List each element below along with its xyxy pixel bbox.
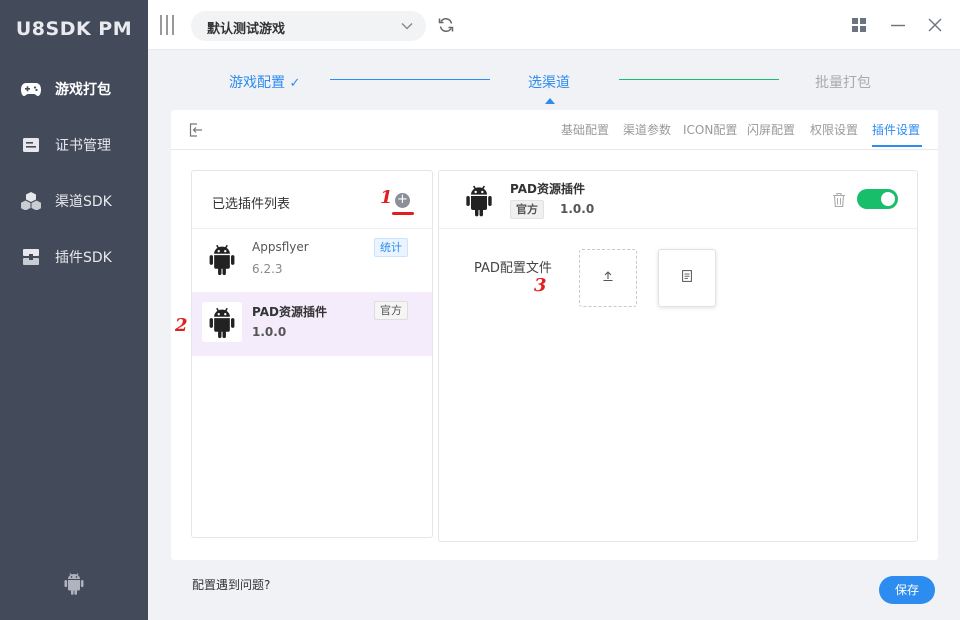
- sidebar-item-certificates[interactable]: 证书管理: [0, 117, 148, 173]
- sidebar-item-game-build[interactable]: 游戏打包: [0, 61, 148, 117]
- sidebar-item-label: 渠道SDK: [55, 194, 112, 210]
- sidebar-item-label: 证书管理: [55, 138, 111, 154]
- plugin-icon: [21, 247, 41, 267]
- plugin-detail-version: 1.0.0: [560, 202, 595, 216]
- minimize-icon[interactable]: [889, 16, 907, 34]
- tab-splash-config[interactable]: 闪屏配置: [747, 121, 795, 138]
- upload-file-button[interactable]: [579, 249, 637, 307]
- certificate-icon: [21, 135, 41, 155]
- android-icon: [202, 239, 242, 279]
- trash-icon[interactable]: [832, 192, 846, 208]
- plugin-detail-name: PAD资源插件: [510, 182, 585, 196]
- close-icon[interactable]: [926, 16, 944, 34]
- file-icon: [682, 270, 692, 286]
- plugin-list-header: 已选插件列表 +: [192, 171, 432, 229]
- app-title: U8SDK PM: [15, 18, 133, 40]
- tab-channel-params[interactable]: 渠道参数: [623, 121, 671, 138]
- annotation-marker-2: 2: [175, 315, 188, 336]
- sidebar-item-label: 游戏打包: [55, 82, 111, 98]
- android-icon: [202, 302, 242, 342]
- step-connector: [330, 79, 490, 80]
- tab-basic-config[interactable]: 基础配置: [561, 121, 609, 138]
- gamepad-icon: [21, 79, 41, 99]
- tab-icon-config[interactable]: ICON配置: [683, 121, 737, 138]
- config-tabs: 基础配置 渠道参数 ICON配置 闪屏配置 权限设置 插件设置: [171, 110, 938, 150]
- annotation-underline: [392, 212, 414, 215]
- add-plugin-button[interactable]: +: [395, 193, 410, 208]
- plugin-name: PAD资源插件: [252, 305, 327, 319]
- step-batch-build[interactable]: 批量打包: [815, 72, 871, 92]
- plugin-detail-panel: PAD资源插件 官方 1.0.0 PAD配置文件: [438, 170, 918, 542]
- plugin-type-badge: 统计: [374, 238, 408, 257]
- annotation-marker-3: 3: [534, 275, 547, 296]
- annotation-marker-1: 1: [380, 187, 393, 208]
- config-file-thumbnail[interactable]: [658, 249, 716, 307]
- config-file-label: PAD配置文件: [474, 261, 552, 276]
- sidebar: U8SDK PM 游戏打包 证书管理 渠道SDK 插件SDK: [0, 0, 148, 620]
- current-step-caret: [545, 98, 555, 104]
- step-select-channel[interactable]: 选渠道: [528, 72, 570, 92]
- plugin-detail-header: PAD资源插件 官方 1.0.0: [439, 171, 917, 229]
- save-button[interactable]: 保存: [879, 576, 935, 604]
- main-card: 基础配置 渠道参数 ICON配置 闪屏配置 权限设置 插件设置 已选插件列表 +…: [171, 110, 938, 560]
- game-select-value: 默认测试游戏: [207, 22, 286, 37]
- selected-plugin-list: 已选插件列表 + Appsflyer 6.2.3 统计 PAD资源插件 1.0.…: [191, 170, 433, 538]
- game-select[interactable]: 默认测试游戏: [191, 11, 426, 41]
- step-indicator: 游戏配置 ✓ 选渠道 批量打包: [148, 50, 960, 108]
- sidebar-item-plugin-sdk[interactable]: 插件SDK: [0, 229, 148, 285]
- cubes-icon: [21, 191, 41, 211]
- list-item[interactable]: Appsflyer 6.2.3 统计: [192, 229, 432, 293]
- step-connector: [619, 79, 779, 80]
- help-link[interactable]: 配置遇到问题?: [192, 576, 270, 593]
- tab-permissions[interactable]: 权限设置: [810, 121, 858, 138]
- tab-plugin-settings[interactable]: 插件设置: [872, 121, 920, 138]
- exit-icon[interactable]: [188, 122, 204, 138]
- sidebar-item-channel-sdk[interactable]: 渠道SDK: [0, 173, 148, 229]
- plugin-detail-tag: 官方: [510, 200, 544, 219]
- step-game-config[interactable]: 游戏配置 ✓: [229, 72, 300, 92]
- grid-icon[interactable]: [850, 16, 868, 34]
- upload-icon: [602, 270, 614, 286]
- check-icon: ✓: [289, 76, 301, 91]
- plugin-type-badge: 官方: [374, 301, 408, 320]
- android-icon: [461, 181, 497, 219]
- plugin-enable-toggle[interactable]: [857, 189, 898, 209]
- plugin-list-title: 已选插件列表: [212, 197, 291, 212]
- sidebar-item-label: 插件SDK: [55, 250, 112, 266]
- topbar: 默认测试游戏: [148, 0, 960, 50]
- plugin-version: 6.2.3: [252, 262, 283, 276]
- menu-toggle-icon[interactable]: [160, 15, 174, 35]
- refresh-icon[interactable]: [437, 16, 455, 34]
- list-item-selected[interactable]: PAD资源插件 1.0.0 官方: [192, 292, 432, 356]
- plugin-version: 1.0.0: [252, 325, 287, 339]
- android-icon[interactable]: [62, 571, 86, 595]
- plugin-name: Appsflyer: [252, 240, 309, 254]
- chevron-down-icon: [400, 19, 414, 37]
- active-tab-underline: [872, 145, 922, 147]
